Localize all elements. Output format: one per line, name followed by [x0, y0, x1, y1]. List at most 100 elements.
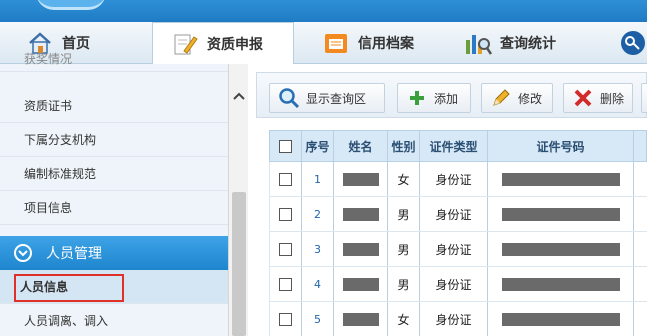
col-id-number[interactable]: 证件号码 [488, 131, 634, 161]
row-id-number-redacted [488, 267, 634, 301]
logo [36, 0, 106, 10]
row-index-value: 2 [314, 207, 321, 221]
sidebar-item-branches[interactable]: 下属分支机构 [0, 123, 228, 157]
table-row[interactable]: 1 女 身份证 [269, 162, 647, 197]
col-name[interactable]: 姓名 [334, 131, 388, 161]
table-row[interactable]: 2 男 身份证 [269, 197, 647, 232]
tab-query-stats[interactable]: 查询统计 [464, 22, 584, 64]
row-id-type-value: 身份证 [435, 277, 472, 292]
redacted-bar [342, 172, 379, 186]
col-index[interactable]: 序号 [302, 131, 334, 161]
sidebar-section-label: 人员管理 [46, 246, 102, 262]
col-gender[interactable]: 性别 [388, 131, 420, 161]
redacted-bar [501, 242, 620, 256]
select-all-checkbox[interactable] [279, 139, 292, 153]
row-id-type: 身份证 [420, 162, 488, 196]
row-index-value: 5 [314, 312, 321, 326]
selection-highlight [14, 274, 124, 302]
edit-button-label: 修改 [518, 91, 543, 106]
row-checkbox-cell [270, 197, 302, 231]
add-button-label: 添加 [434, 91, 459, 106]
sidebar-scrollbar[interactable] [228, 64, 248, 336]
redacted-bar [501, 277, 620, 291]
chevron-down-icon [14, 244, 32, 262]
sidebar-item-standards[interactable]: 编制标准规范 [0, 157, 228, 191]
table-row[interactable]: 4 男 身份证 [269, 267, 647, 302]
row-gender: 女 [388, 162, 420, 196]
sidebar-item-certificates[interactable]: 资质证书 [0, 89, 228, 123]
row-gender: 女 [388, 302, 420, 336]
plus-icon [406, 87, 428, 109]
row-checkbox[interactable] [279, 207, 292, 221]
scrollbar-thumb[interactable] [232, 192, 246, 336]
row-gender-value: 女 [397, 172, 410, 187]
toggle-search-panel-button[interactable]: 显示查询区 [269, 83, 385, 113]
search-icon [278, 87, 300, 109]
row-id-type-value: 身份证 [435, 172, 472, 187]
select-all-checkbox-cell [270, 131, 302, 161]
redacted-bar [501, 312, 620, 326]
sidebar-section-personnel[interactable]: 人员管理 [0, 236, 228, 270]
row-id-type: 身份证 [420, 232, 488, 266]
more-button[interactable] [641, 83, 647, 113]
edit-button[interactable]: 修改 [481, 83, 553, 113]
pencil-icon [490, 87, 512, 109]
row-index-value: 4 [314, 277, 321, 291]
sidebar-item-label: 下属分支机构 [24, 133, 97, 147]
row-checkbox-cell [270, 162, 302, 196]
row-checkbox[interactable] [279, 312, 292, 326]
table-header: 序号 姓名 性别 证件类型 证件号码 [269, 130, 647, 162]
row-index-value: 1 [314, 172, 321, 186]
row-name-redacted [334, 197, 388, 231]
row-index: 4 [302, 267, 334, 301]
delete-button-label: 删除 [600, 91, 625, 106]
row-index: 1 [302, 162, 334, 196]
row-checkbox-cell [270, 302, 302, 336]
sidebar-item-label: 资质证书 [24, 99, 73, 113]
row-name-redacted [334, 232, 388, 266]
row-gender-value: 女 [397, 312, 410, 327]
row-id-number-redacted [488, 197, 634, 231]
sidebar-item-label: 项目信息 [24, 201, 73, 215]
sidebar-item-awards[interactable]: 获奖情况 [0, 46, 228, 72]
row-gender: 男 [388, 197, 420, 231]
row-id-type-value: 身份证 [435, 312, 472, 327]
sidebar-item-label: 编制标准规范 [24, 167, 97, 181]
row-id-number-redacted [488, 302, 634, 336]
redacted-bar [342, 207, 379, 221]
table-row[interactable]: 3 男 身份证 [269, 232, 647, 267]
row-index: 5 [302, 302, 334, 336]
redacted-bar [501, 207, 620, 221]
row-checkbox[interactable] [279, 242, 292, 256]
row-checkbox[interactable] [279, 277, 292, 291]
add-button[interactable]: 添加 [397, 83, 471, 113]
row-checkbox-cell [270, 232, 302, 266]
scroll-up-arrow-icon[interactable] [229, 86, 249, 106]
toggle-search-panel-label: 显示查询区 [306, 91, 367, 106]
col-id-type[interactable]: 证件类型 [420, 131, 488, 161]
toolbar: 显示查询区 添加 修改 删除 [256, 72, 647, 118]
sidebar-item-projects[interactable]: 项目信息 [0, 191, 228, 225]
row-id-type-value: 身份证 [435, 207, 472, 222]
delete-x-icon [572, 87, 594, 109]
sidebar-item-label: 人员调离、调入 [24, 314, 109, 328]
row-index: 2 [302, 197, 334, 231]
row-id-type: 身份证 [420, 302, 488, 336]
redacted-bar [342, 312, 379, 326]
sidebar-item-personnel-transfer[interactable]: 人员调离、调入 [0, 304, 228, 336]
row-id-number-redacted [488, 162, 634, 196]
table-row[interactable]: 5 女 身份证 [269, 302, 647, 336]
row-checkbox-cell [270, 267, 302, 301]
row-name-redacted [334, 302, 388, 336]
tab-credit-archive-label: 信用档案 [358, 36, 414, 52]
row-name-redacted [334, 162, 388, 196]
row-name-redacted [334, 267, 388, 301]
tab-credit-archive[interactable]: 信用档案 [322, 22, 432, 64]
redacted-bar [501, 172, 620, 186]
row-checkbox[interactable] [279, 172, 292, 186]
row-gender: 男 [388, 267, 420, 301]
delete-button[interactable]: 删除 [563, 83, 633, 113]
tab-key[interactable] [620, 22, 647, 64]
row-gender: 男 [388, 232, 420, 266]
row-id-type-value: 身份证 [435, 242, 472, 257]
